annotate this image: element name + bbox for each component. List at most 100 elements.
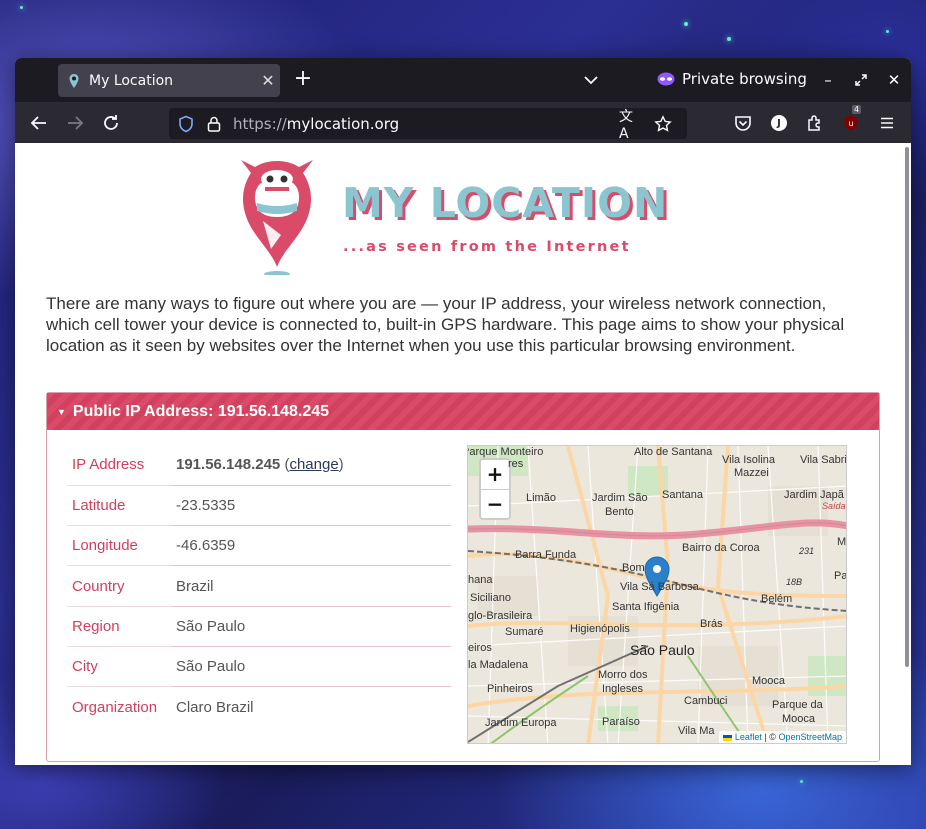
map-label: Mazzei xyxy=(734,467,769,479)
extensions-puzzle-icon[interactable] xyxy=(804,112,826,134)
minimize-icon[interactable]: – xyxy=(818,70,838,90)
bookmark-star-icon[interactable] xyxy=(653,114,673,134)
map-label: 18B xyxy=(786,577,803,587)
map-label: Jardim São xyxy=(592,492,648,504)
map-label: Mooca xyxy=(752,675,786,687)
map-zoom-control: + − xyxy=(479,458,511,520)
map-label: Limão xyxy=(526,492,556,504)
map-label: Cambuci xyxy=(684,695,728,707)
map-label: Pa xyxy=(834,570,847,582)
map-pin-favicon-icon xyxy=(68,73,80,89)
account-avatar-icon[interactable]: J xyxy=(768,112,790,134)
map-label: Santa Ifigênia xyxy=(612,601,680,613)
map-label: Higienópolis xyxy=(570,623,630,635)
private-mask-icon xyxy=(657,72,675,86)
map-label: M xyxy=(837,536,847,548)
lock-icon[interactable] xyxy=(207,115,221,133)
my-location-logo: MY LOCATION MY LOCATION ...as seen from … xyxy=(241,160,670,275)
caret-down-icon: ▼ xyxy=(57,406,66,417)
location-map[interactable]: + − Parque Monteiro res Alto de Santana … xyxy=(467,445,847,744)
row-label: City xyxy=(67,645,171,687)
tab-bar: My Location ✕ + Private browsing – ✕ xyxy=(15,58,911,102)
hamburger-menu-icon[interactable] xyxy=(876,112,898,134)
map-label: Pinheiros xyxy=(487,683,533,695)
browser-window: My Location ✕ + Private browsing – ✕ htt… xyxy=(15,58,911,765)
leaflet-link[interactable]: Leaflet xyxy=(735,732,762,742)
map-label: Vila Isolina xyxy=(722,454,775,466)
map-label: Paraíso xyxy=(602,716,640,728)
ublock-shield-icon[interactable]: u 4 xyxy=(840,105,862,134)
tab-close-icon[interactable]: ✕ xyxy=(256,71,280,90)
map-label: Vila Sá Barbosa xyxy=(620,581,699,593)
map-label: Jardim Europa xyxy=(485,717,557,729)
map-label: 231 xyxy=(799,546,815,556)
page-content: MY LOCATION MY LOCATION ...as seen from … xyxy=(15,143,911,765)
zoom-out-button[interactable]: − xyxy=(481,489,509,518)
page-scrollbar[interactable] xyxy=(905,147,909,667)
table-row: Longitude -46.6359 xyxy=(67,525,451,566)
location-info-table: IP Address 191.56.148.245 (change) Latit… xyxy=(67,445,451,728)
change-ip-link[interactable]: change xyxy=(289,456,338,473)
extension-badge-count: 4 xyxy=(852,105,862,114)
public-ip-panel-header[interactable]: ▼ Public IP Address: 191.56.148.245 xyxy=(47,393,879,430)
account-initial: J xyxy=(777,117,781,129)
table-row: Region São Paulo xyxy=(67,605,451,647)
translate-icon[interactable]: 文A xyxy=(619,109,639,142)
public-ip-panel: ▼ Public IP Address: 191.56.148.245 IP A… xyxy=(46,392,880,762)
address-bar[interactable]: https://mylocation.org 文A xyxy=(169,108,687,142)
map-label: eiros xyxy=(468,642,492,654)
private-browsing-label: Private browsing xyxy=(682,70,807,88)
close-window-icon[interactable]: ✕ xyxy=(884,70,904,90)
maximize-icon[interactable] xyxy=(851,70,871,90)
row-value: Claro Brazil xyxy=(171,686,451,728)
row-value: São Paulo xyxy=(171,605,451,647)
map-label: Sumaré xyxy=(505,626,544,638)
reload-icon[interactable] xyxy=(100,112,122,134)
map-label: Mooca xyxy=(782,713,816,725)
background-star xyxy=(684,22,688,26)
ukraine-flag-icon xyxy=(723,734,733,741)
map-label: Barra Funda xyxy=(515,549,577,561)
attribution-separator: | © xyxy=(764,732,776,742)
background-star xyxy=(20,6,23,9)
new-tab-button[interactable]: + xyxy=(290,67,316,93)
map-label: Parque Monteiro xyxy=(467,446,544,458)
map-label: Vila Ma xyxy=(678,725,715,737)
row-label: Longitude xyxy=(67,525,171,566)
intro-paragraph: There are many ways to figure out where … xyxy=(46,294,845,355)
map-label: res xyxy=(508,458,524,470)
zoom-in-button[interactable]: + xyxy=(481,460,509,489)
url-host: mylocation.org xyxy=(286,114,400,133)
change-paren-close: ) xyxy=(338,456,344,474)
table-row: Latitude -23.5335 xyxy=(67,484,451,526)
openstreetmap-link[interactable]: OpenStreetMap xyxy=(778,732,842,742)
url-scheme: https:// xyxy=(233,114,287,133)
table-row: City São Paulo xyxy=(67,645,451,687)
row-label: IP Address xyxy=(72,456,145,474)
map-label: hana xyxy=(468,574,493,586)
url-text[interactable]: https://mylocation.org xyxy=(233,115,619,133)
list-all-tabs-chevron-icon[interactable] xyxy=(581,70,601,90)
map-label: Belém xyxy=(761,593,793,605)
row-value: 191.56.148.245 (change) xyxy=(171,445,451,485)
map-label: Saída xyxy=(822,501,846,511)
map-label: Parque da xyxy=(772,699,823,711)
map-label: Bairro da Coroa xyxy=(682,542,760,554)
map-label: Bom xyxy=(622,562,645,574)
tab-my-location[interactable]: My Location ✕ xyxy=(58,64,280,97)
pocket-icon[interactable] xyxy=(732,112,754,134)
ip-address-value: 191.56.148.245 xyxy=(176,456,281,474)
table-row: Country Brazil xyxy=(67,565,451,607)
map-label: Ingleses xyxy=(602,683,643,695)
map-label: la Madalena xyxy=(468,659,528,671)
row-value: -46.6359 xyxy=(171,525,451,566)
back-arrow-icon[interactable] xyxy=(28,112,50,134)
row-value: -23.5335 xyxy=(171,484,451,526)
tracking-protection-shield-icon[interactable] xyxy=(177,115,195,133)
row-label: Region xyxy=(67,605,171,647)
map-label: Santana xyxy=(662,489,703,501)
forward-arrow-icon[interactable] xyxy=(64,112,86,134)
row-label: Latitude xyxy=(67,484,171,526)
logo-title-shadow: MY LOCATION xyxy=(342,179,668,227)
public-ip-title: Public IP Address: 191.56.148.245 xyxy=(72,402,330,420)
